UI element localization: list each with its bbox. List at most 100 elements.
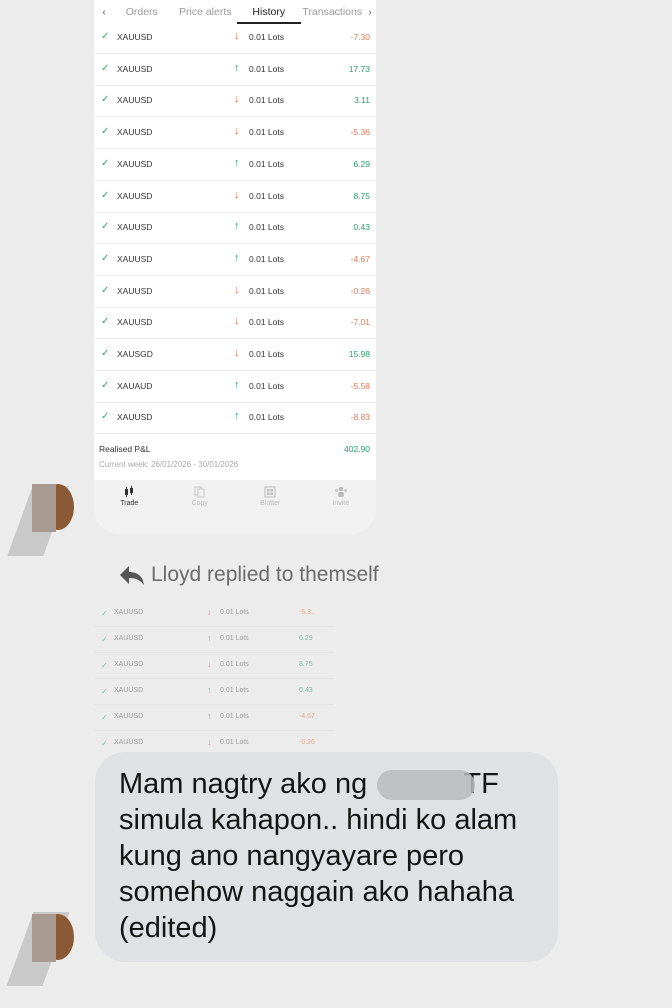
avatar[interactable] [2, 906, 74, 986]
trade-pl: -8.83 [350, 412, 370, 423]
trade-row[interactable]: ✓ XAUUSD ↑ 0.01 Lots -8.83 [94, 402, 376, 435]
tab-transactions[interactable]: Transactions [301, 6, 365, 18]
trade-lots: 0.01 Lots [249, 127, 284, 138]
trade-symbol: XAUUSD [114, 635, 144, 642]
nav-invite[interactable]: Invite [306, 480, 377, 534]
realised-pl-value: 402.90 [344, 444, 370, 454]
arrow-up-icon: ↑ [207, 685, 212, 695]
blotter-icon [235, 486, 306, 500]
trade-pl: -7.01 [350, 317, 370, 328]
copy-icon [165, 486, 236, 500]
trade-row[interactable]: ✓ XAUSGD ↓ 0.01 Lots 15.98 [94, 339, 376, 371]
check-icon: ✓ [101, 221, 110, 233]
avatar[interactable] [2, 476, 74, 556]
trade-lots: 0.01 Lots [220, 713, 249, 720]
nav-trade[interactable]: Trade [94, 480, 165, 534]
trade-pl: 6.29 [299, 635, 313, 642]
trade-pl: -0.26 [299, 739, 315, 746]
check-icon: ✓ [101, 62, 110, 74]
arrow-up-icon: ↑ [234, 251, 240, 264]
trade-lots: 0.01 Lots [249, 380, 284, 391]
trade-symbol: XAUUSD [114, 661, 144, 668]
check-icon: ✓ [101, 126, 110, 138]
trade-pl: 3.11 [354, 95, 370, 106]
quoted-message-preview[interactable]: ✓ XAUUSD ↓ 0.01 Lots -5.3.. ✓ XAUUSD ↑ 0.01 Lots… [94, 600, 334, 750]
trade-row[interactable]: ✓ XAUUSD ↑ 0.01 Lots 6.29 [94, 149, 376, 181]
arrow-up-icon: ↑ [234, 61, 240, 74]
realised-pl-label: Realised P&L [99, 444, 151, 454]
arrow-up-icon: ↑ [234, 378, 240, 391]
trade-symbol: XAUUSD [117, 222, 153, 233]
arrow-down-icon: ↓ [234, 125, 240, 138]
trade-symbol: XAUUSD [117, 253, 153, 264]
reply-arrow-icon [120, 566, 144, 585]
trade-row[interactable]: ✓ XAUAUD ↑ 0.01 Lots -5.58 [94, 371, 376, 403]
trade-symbol: XAUUSD [117, 63, 153, 74]
nav-copy-label: Copy [191, 500, 208, 507]
trade-symbol: XAUAUD [117, 380, 153, 391]
check-icon: ✓ [101, 411, 110, 423]
trade-pl: -5.36 [350, 127, 370, 138]
nav-invite-label: Invite [332, 500, 350, 507]
trade-symbol: XAUUSD [117, 95, 153, 106]
trade-symbol: XAUSGD [117, 349, 153, 359]
trade-symbol: XAUUSD [117, 32, 153, 42]
history-tabs: ‹ Orders Price alerts History Transactio… [94, 0, 376, 24]
trade-pl: -4.67 [350, 253, 370, 264]
trade-lots: 0.01 Lots [249, 412, 284, 423]
check-icon: ✓ [101, 94, 110, 106]
bottom-nav: Trade Copy Blotter Invite [94, 480, 376, 534]
trade-lots: 0.01 Lots [249, 285, 284, 296]
trade-row[interactable]: ✓ XAUUSD ↓ 0.01 Lots -7.01 [94, 307, 376, 340]
trade-pl: 0.43 [353, 222, 370, 233]
arrow-down-icon: ↓ [234, 93, 240, 106]
quoted-trade-row: ✓ XAUUSD ↑ 0.01 Lots 0.43 [94, 678, 334, 705]
check-icon: ✓ [101, 661, 108, 670]
trade-pl: 15.98 [348, 349, 370, 359]
trade-row[interactable]: ✓ XAUUSD ↓ 0.01 Lots -5.36 [94, 117, 376, 150]
trade-row[interactable]: ✓ XAUUSD ↓ 0.01 Lots 3.11 [94, 85, 376, 118]
trade-lots: 0.01 Lots [220, 661, 249, 668]
check-icon: ✓ [101, 348, 110, 359]
tab-orders[interactable]: Orders [110, 6, 174, 18]
check-icon: ✓ [101, 252, 110, 264]
trade-pl: 8.75 [353, 190, 370, 201]
trade-row[interactable]: ✓ XAUUSD ↑ 0.01 Lots 17.73 [94, 54, 376, 86]
arrow-down-icon: ↓ [234, 315, 240, 328]
trade-lots: 0.01 Lots [249, 158, 284, 169]
trade-row[interactable]: ✓ XAUUSD ↓ 0.01 Lots 8.75 [94, 181, 376, 213]
candlestick-icon [94, 486, 165, 500]
trade-lots: 0.01 Lots [249, 190, 284, 201]
message-bubble[interactable]: Mam nagtry ako ng TF simula kahapon.. hi… [95, 752, 558, 962]
trade-lots: 0.01 Lots [220, 739, 249, 746]
trade-row[interactable]: ✓ XAUUSD ↑ 0.01 Lots 0.43 [94, 212, 376, 245]
arrow-down-icon: ↓ [207, 607, 212, 617]
trade-row[interactable]: ✓ XAUUSD ↑ 0.01 Lots -4.67 [94, 244, 376, 276]
current-week-range: Current week: 26/01/2026 - 30/01/2026 [99, 460, 239, 469]
nav-blotter[interactable]: Blotter [235, 480, 306, 534]
tab-price-alerts[interactable]: Price alerts [174, 6, 238, 18]
trade-symbol: XAUUSD [117, 317, 153, 328]
arrow-down-icon: ↓ [207, 659, 212, 669]
trade-symbol: XAUUSD [117, 158, 153, 169]
trade-pl: 0.43 [299, 687, 313, 694]
check-icon: ✓ [101, 189, 110, 201]
reply-text: Lloyd replied to themself [151, 563, 379, 586]
nav-copy[interactable]: Copy [165, 480, 236, 534]
tab-history[interactable]: History [237, 0, 301, 24]
message-text: Mam nagtry ako ng TF simula kahapon.. hi… [119, 768, 518, 944]
quoted-trade-row: ✓ XAUUSD ↓ 0.01 Lots -0.26 [94, 730, 334, 750]
trade-pl: 8.75 [299, 661, 313, 668]
chevron-right-icon[interactable]: › [364, 7, 376, 18]
arrow-down-icon: ↓ [234, 188, 240, 201]
redaction-blur [377, 770, 475, 800]
trade-symbol: XAUUSD [117, 127, 153, 138]
check-icon: ✓ [101, 157, 110, 169]
arrow-down-icon: ↓ [234, 347, 240, 359]
reply-header: Lloyd replied to themself [118, 563, 379, 587]
trade-row[interactable]: ✓ XAUUSD ↓ 0.01 Lots -7.30 [94, 22, 376, 54]
trade-row[interactable]: ✓ XAUUSD ↓ 0.01 Lots -0.26 [94, 276, 376, 308]
trade-pl: -7.30 [350, 32, 370, 42]
nav-blotter-label: Blotter [260, 500, 281, 507]
chevron-left-icon[interactable]: ‹ [98, 7, 110, 18]
